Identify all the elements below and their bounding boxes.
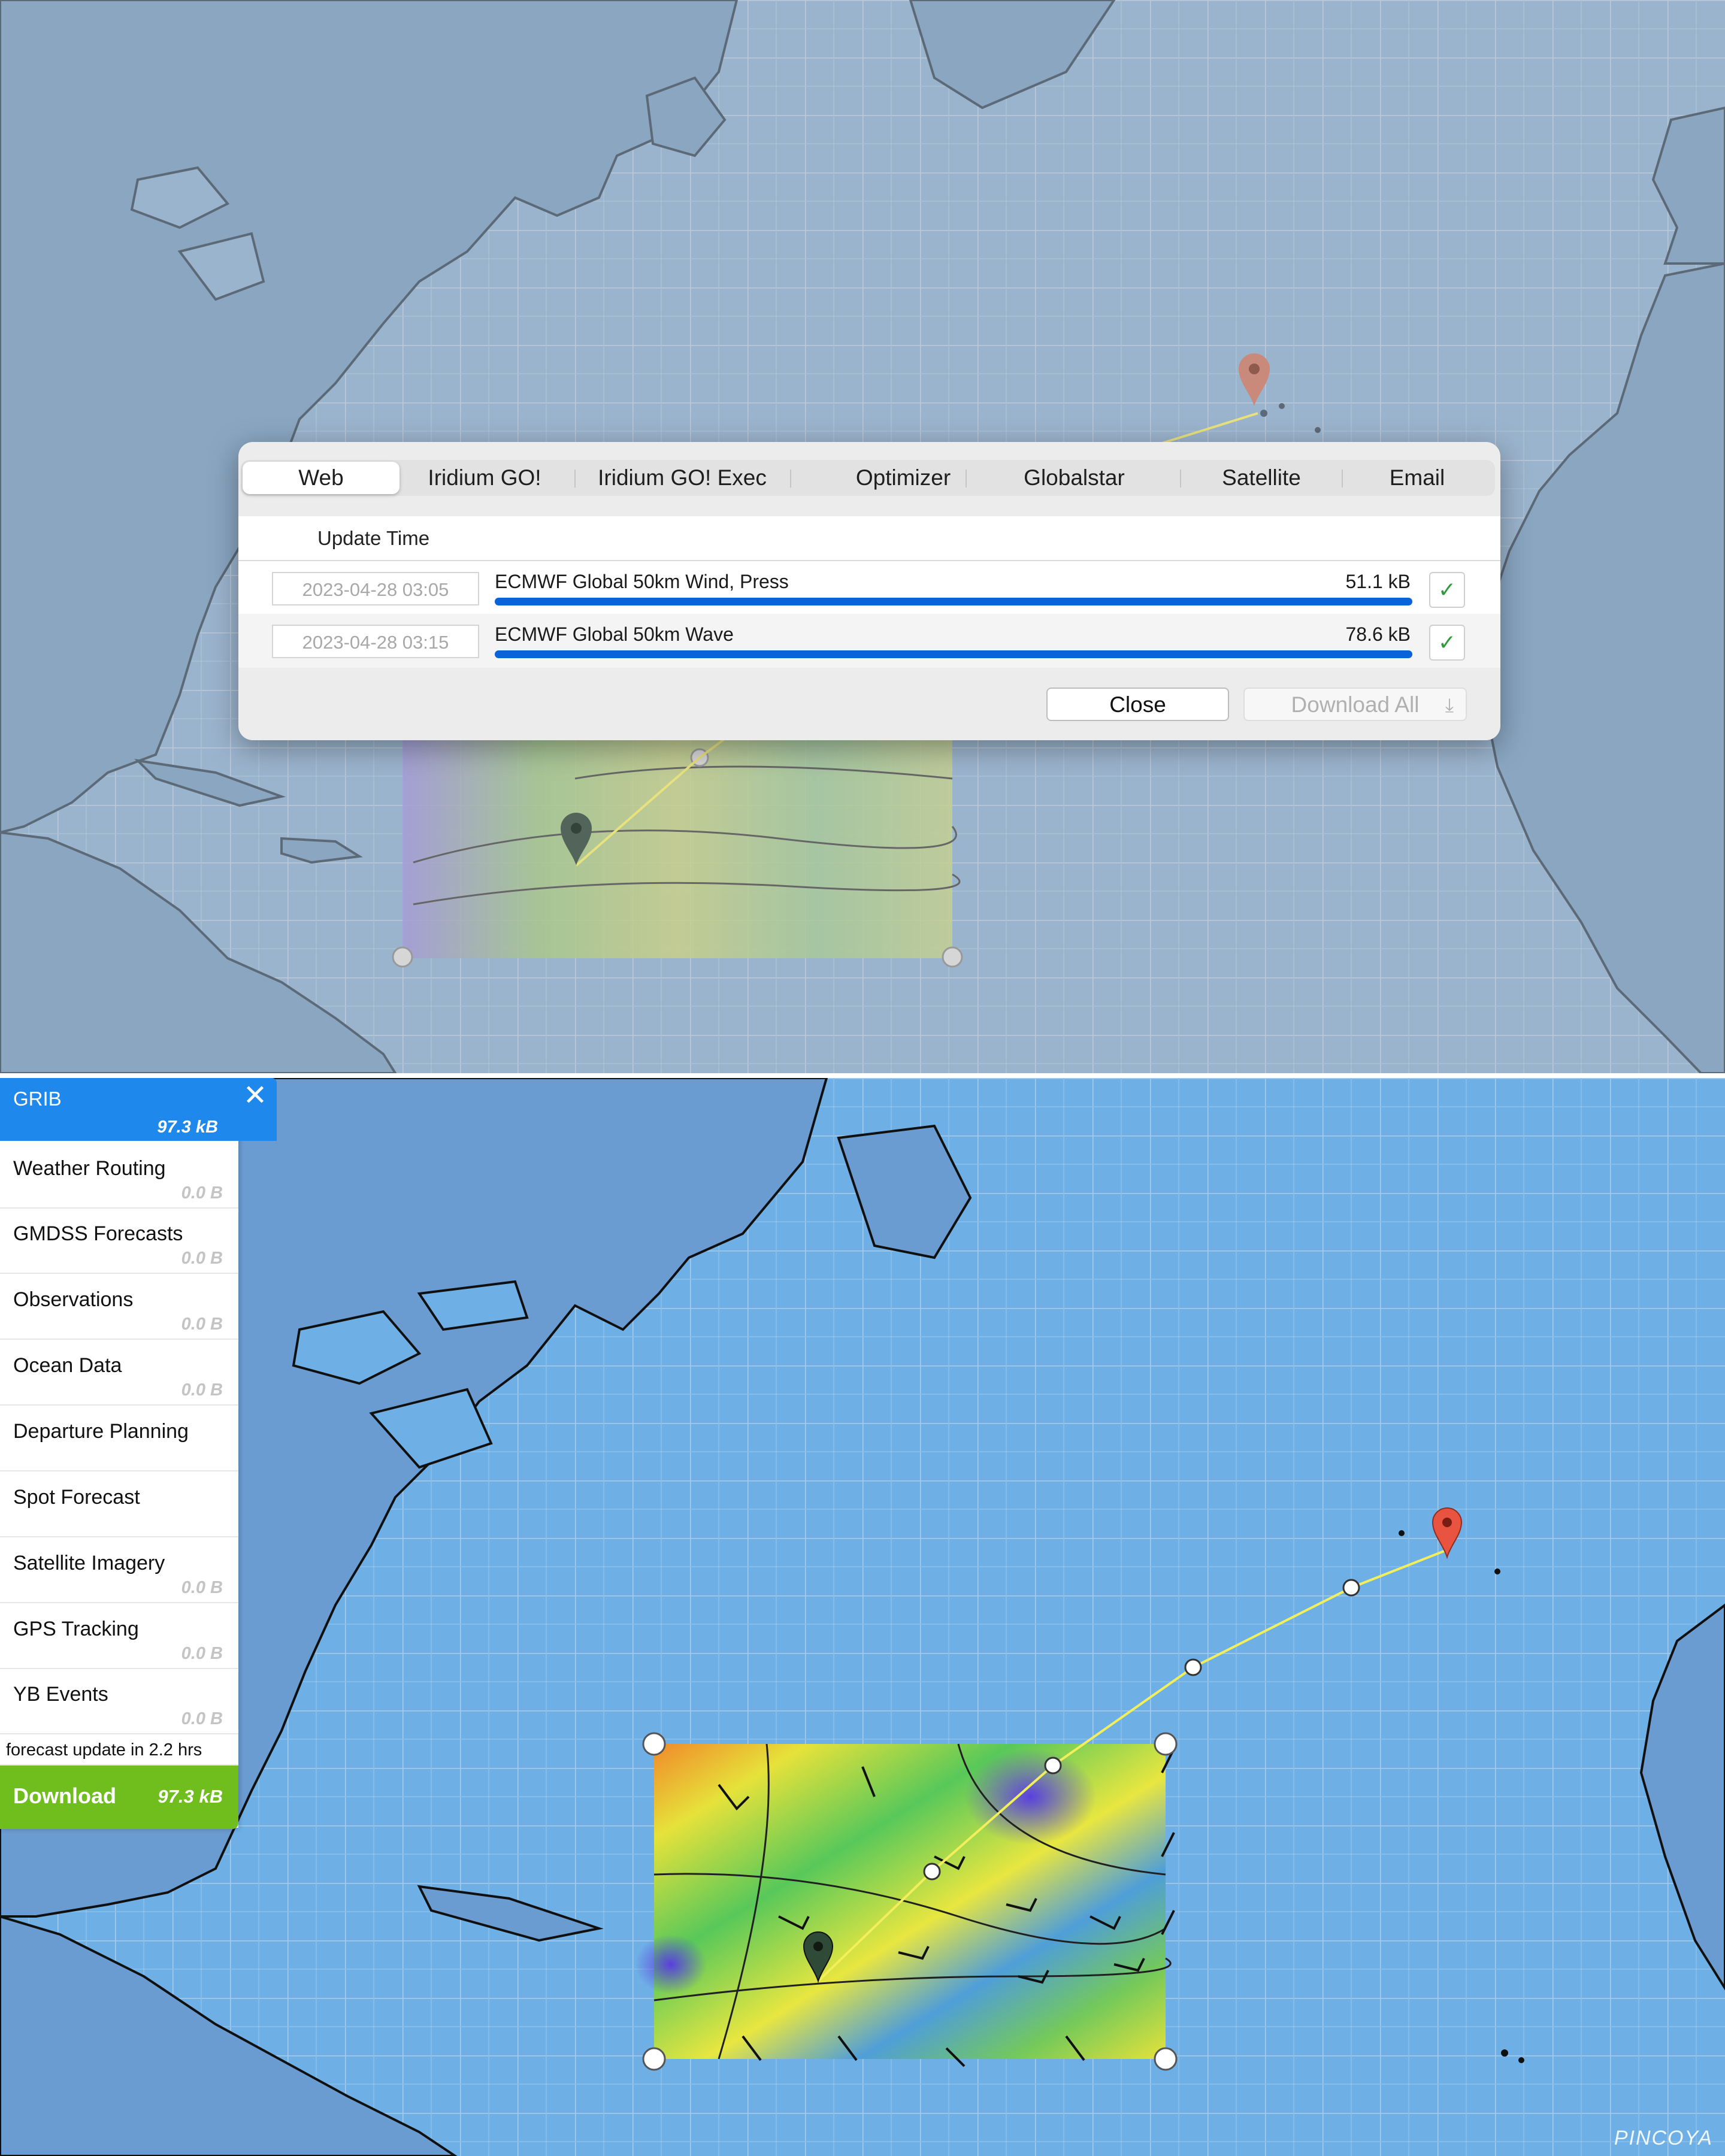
top-map-view[interactable]: Web Iridium GO! Iridium GO! Exec Optimiz… — [0, 0, 1725, 1073]
sidebar-item-gps-tracking[interactable]: GPS Tracking 0.0 B — [0, 1604, 238, 1669]
azores-islet — [1260, 410, 1267, 417]
download-all-button[interactable]: Download All ⤓ — [1243, 688, 1467, 721]
tab-separator — [790, 470, 791, 487]
tab-separator — [574, 470, 576, 487]
sidebar-item-size: 0.0 B — [181, 1644, 223, 1663]
file-size: 51.1 kB — [1345, 571, 1411, 592]
sidebar-item-label: GMDSS Forecasts — [13, 1222, 183, 1245]
sidebar-item-gmdss-forecasts[interactable]: GMDSS Forecasts 0.0 B — [0, 1209, 238, 1274]
close-icon[interactable]: ✕ — [242, 1082, 268, 1110]
forecast-update-text: forecast update in 2.2 hrs — [6, 1740, 202, 1760]
table-row: 2023-04-28 03:15 ECMWF Global 50km Wave … — [238, 614, 1500, 668]
azores-islet — [1399, 1530, 1405, 1536]
grib-corner-handle[interactable] — [942, 946, 963, 968]
tab-separator — [1342, 470, 1343, 487]
grib-area-overlay — [402, 719, 952, 958]
tab-satellite[interactable]: Satellite — [1182, 460, 1340, 496]
tab-separator — [966, 470, 967, 487]
file-checkbox[interactable]: ✓ — [1429, 572, 1465, 608]
sidebar-item-label: GRIB — [13, 1088, 62, 1110]
file-size: 78.6 kB — [1345, 623, 1411, 645]
file-name: ECMWF Global 50km Wind, Press — [495, 571, 789, 592]
tab-iridium-go-exec[interactable]: Iridium GO! Exec — [576, 460, 788, 496]
update-time-column-header: Update Time — [317, 527, 430, 549]
route-waypoint[interactable] — [923, 1863, 941, 1881]
sidebar-item-size: 0.0 B — [181, 1249, 223, 1268]
azores-islet — [1279, 403, 1285, 409]
download-button-label: Download — [13, 1783, 116, 1808]
file-name: ECMWF Global 50km Wave — [495, 623, 734, 645]
sidebar-item-size: 0.0 B — [181, 1183, 223, 1203]
progress-fill — [495, 650, 1412, 658]
update-time-field: 2023-04-28 03:15 — [272, 625, 479, 658]
bottom-map-canvas — [0, 1078, 1725, 2156]
grib-corner-handle[interactable] — [1154, 2047, 1178, 2071]
download-progress-bar — [495, 598, 1412, 605]
sidebar-item-size: 0.0 B — [181, 1709, 223, 1728]
sidebar-item-label: GPS Tracking — [13, 1618, 139, 1640]
grib-corner-handle[interactable] — [392, 946, 413, 968]
table-row: 2023-04-28 03:05 ECMWF Global 50km Wind,… — [238, 561, 1500, 615]
download-table: Update Time 2023-04-28 03:05 ECMWF Globa… — [238, 516, 1500, 668]
source-tab-bar: Web Iridium GO! Iridium GO! Exec Optimiz… — [241, 460, 1495, 496]
file-checkbox[interactable]: ✓ — [1429, 625, 1465, 661]
sidebar-item-label: Spot Forecast — [13, 1486, 140, 1509]
sidebar-item-observations[interactable]: Observations 0.0 B — [0, 1275, 238, 1340]
azores-islet — [1494, 1568, 1500, 1574]
forecast-update-note: forecast update in 2.2 hrs — [0, 1736, 238, 1766]
download-progress-bar — [495, 650, 1412, 658]
grib-corner-handle[interactable] — [1154, 1732, 1178, 1756]
sidebar-item-label: Departure Planning — [13, 1420, 189, 1443]
tab-separator — [1180, 470, 1181, 487]
sidebar-item-ocean-data[interactable]: Ocean Data 0.0 B — [0, 1341, 238, 1406]
islet — [1501, 2049, 1508, 2057]
sidebar-item-label: Weather Routing — [13, 1157, 166, 1180]
grib-corner-handle[interactable] — [642, 2047, 666, 2071]
sidebar-item-size: 97.3 kB — [157, 1118, 218, 1137]
download-all-label: Download All — [1291, 692, 1420, 717]
download-button[interactable]: Download 97.3 kB — [0, 1766, 238, 1829]
sidebar-item-label: Ocean Data — [13, 1354, 122, 1377]
download-size: 97.3 kB — [158, 1786, 223, 1807]
sidebar-item-grib[interactable]: GRIB 97.3 kB ✕ — [0, 1078, 277, 1141]
grib-intensity-blob — [635, 1934, 707, 1994]
panel-divider — [0, 1073, 1725, 1078]
sidebar-item-weather-routing[interactable]: Weather Routing 0.0 B — [0, 1144, 238, 1209]
watermark: PINCOYA — [1614, 2127, 1713, 2149]
sidebar-item-size: 0.0 B — [181, 1315, 223, 1334]
sidebar-item-size: 0.0 B — [181, 1578, 223, 1597]
route-waypoint[interactable] — [1184, 1658, 1202, 1676]
sidebar-item-yb-events[interactable]: YB Events 0.0 B — [0, 1670, 238, 1734]
sidebar-item-label: Observations — [13, 1288, 134, 1311]
sidebar-item-label: Satellite Imagery — [13, 1552, 165, 1574]
islet — [1518, 2057, 1524, 2063]
sidebar-item-size: 0.0 B — [181, 1380, 223, 1400]
close-button[interactable]: Close — [1046, 688, 1229, 721]
tab-email[interactable]: Email — [1344, 460, 1490, 496]
sidebar-item-satellite-imagery[interactable]: Satellite Imagery 0.0 B — [0, 1539, 238, 1603]
bottom-map-view[interactable]: GRIB 97.3 kB ✕ Weather Routing 0.0 B GMD… — [0, 1078, 1725, 2156]
sidebar-item-departure-planning[interactable]: Departure Planning — [0, 1407, 238, 1471]
tab-web[interactable]: Web — [243, 462, 400, 494]
route-waypoint[interactable] — [1044, 1757, 1062, 1775]
route-waypoint[interactable] — [1342, 1579, 1360, 1597]
sidebar-item-spot-forecast[interactable]: Spot Forecast — [0, 1473, 238, 1537]
tab-iridium-go[interactable]: Iridium GO! — [407, 460, 562, 496]
download-arrow-icon: ⤓ — [1445, 694, 1454, 716]
update-time-field: 2023-04-28 03:05 — [272, 572, 479, 605]
sidebar-menu: GRIB 97.3 kB ✕ Weather Routing 0.0 B GMD… — [0, 1078, 277, 1829]
grib-corner-handle[interactable] — [642, 1732, 666, 1756]
download-dialog: Web Iridium GO! Iridium GO! Exec Optimiz… — [238, 442, 1500, 740]
sidebar-item-label: YB Events — [13, 1683, 108, 1706]
progress-fill — [495, 598, 1412, 605]
azores-islet — [1315, 427, 1321, 433]
tab-globalstar[interactable]: Globalstar — [968, 460, 1181, 496]
